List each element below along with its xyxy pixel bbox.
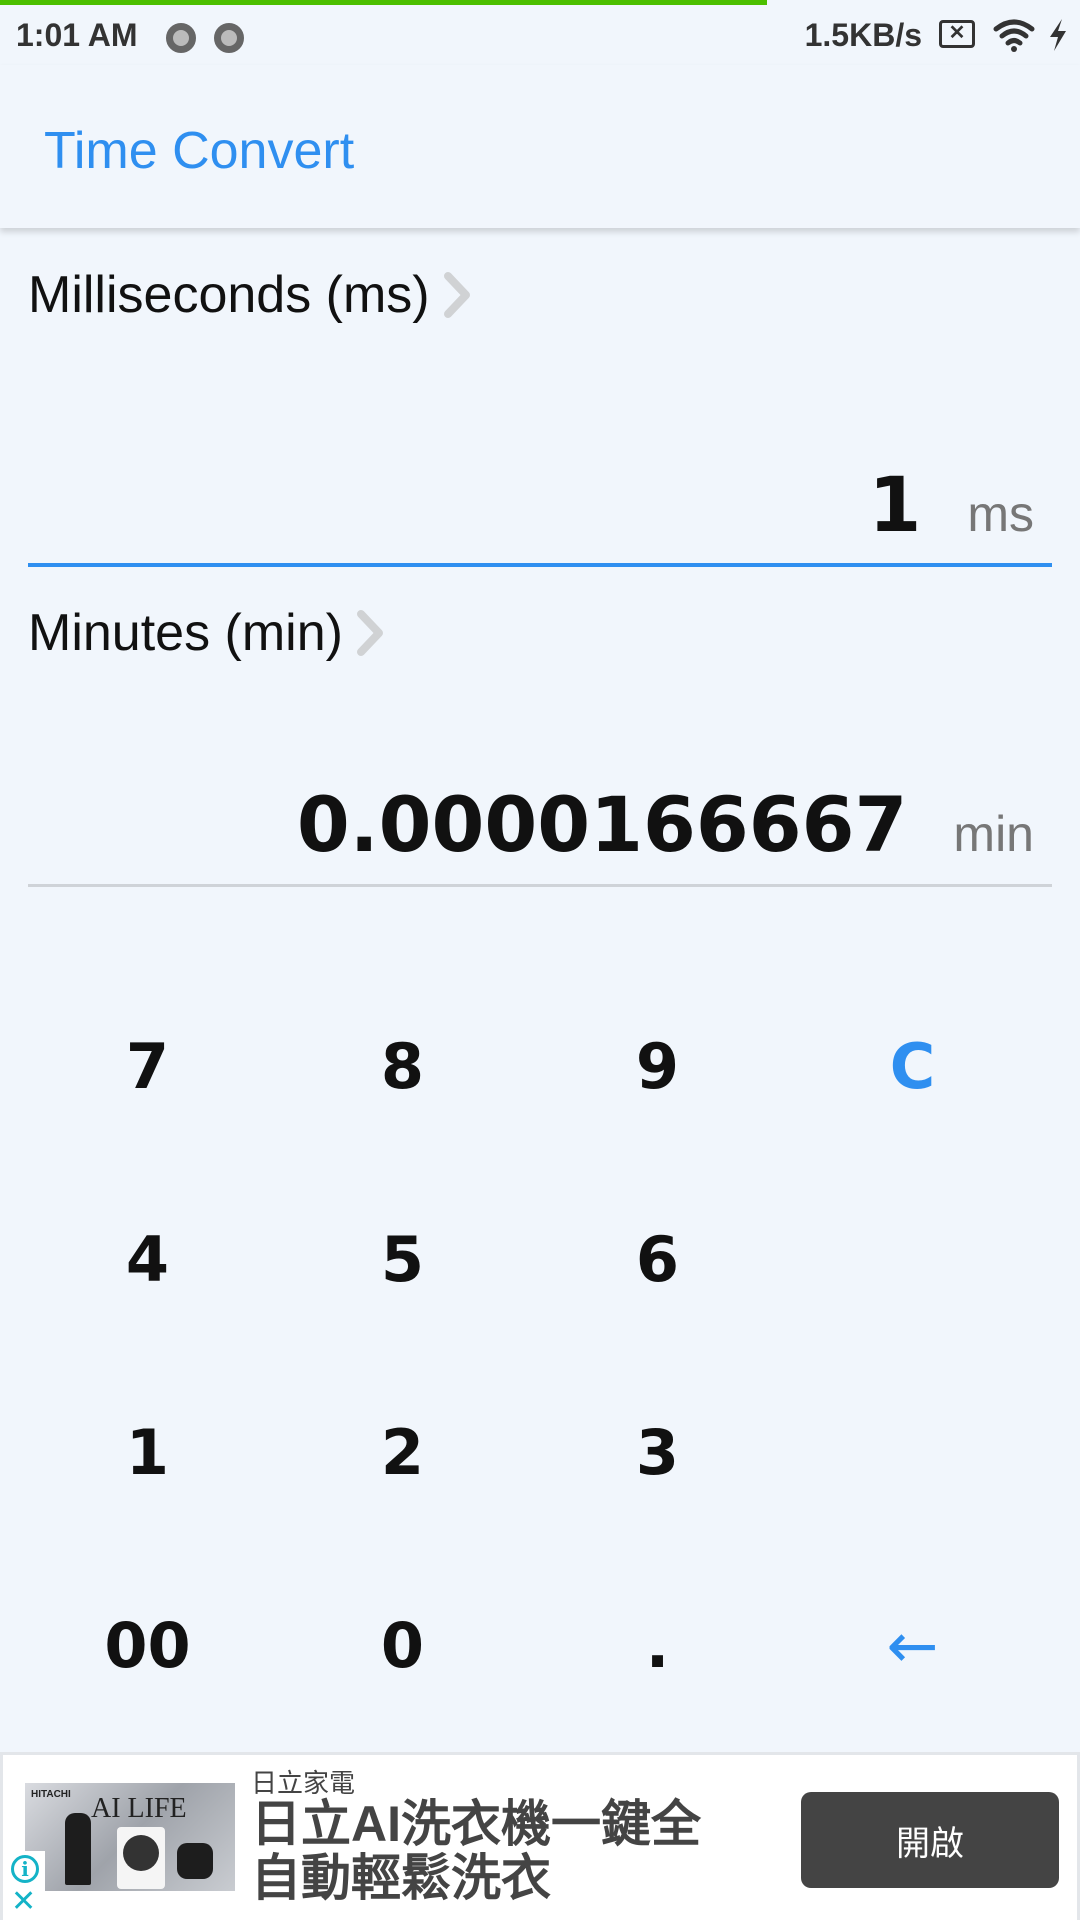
key-1[interactable]: 1 (20, 1356, 275, 1549)
key-2[interactable]: 2 (275, 1356, 530, 1549)
app-bar: Time Convert (0, 65, 1080, 228)
status-time: 1:01 AM (16, 17, 138, 53)
ad-open-button[interactable]: 開啟 (801, 1792, 1059, 1888)
to-unit-symbol: min (953, 806, 1034, 862)
keypad: 7 8 9 C 4 5 6 1 2 3 00 0. ← (20, 970, 1040, 1740)
to-value-field[interactable]: 0.0000166667 min (28, 780, 1052, 869)
ad-person-figure (177, 1843, 213, 1879)
key-9[interactable]: 9 (530, 970, 785, 1163)
ad-advertiser: 日立家電 (251, 1768, 356, 1798)
key-5[interactable]: 5 (275, 1163, 530, 1356)
to-unit-label: Minutes (min) (28, 604, 343, 662)
notification-dot-icon (214, 23, 244, 53)
ad-image[interactable]: HITACHI AI LIFE (25, 1783, 235, 1891)
no-sim-icon: ✕ (939, 20, 975, 48)
ad-banner[interactable]: HITACHI AI LIFE i ✕ 日立家電 日立AI洗衣機一鍵全自動輕鬆洗… (0, 1752, 1080, 1920)
from-unit-selector[interactable]: Milliseconds (ms) (28, 260, 472, 330)
key-00[interactable]: 00 (20, 1549, 275, 1742)
backspace-button[interactable]: ← (785, 1549, 1040, 1742)
notification-dot-icon (166, 23, 196, 53)
key-3[interactable]: 3 (530, 1356, 785, 1549)
from-unit-symbol: ms (967, 486, 1034, 542)
from-field-underline (28, 563, 1052, 567)
key-4[interactable]: 4 (20, 1163, 275, 1356)
key-8[interactable]: 8 (275, 970, 530, 1163)
key-6[interactable]: 6 (530, 1163, 785, 1356)
chevron-right-icon (443, 272, 470, 318)
empty-key-slot (785, 1163, 1040, 1356)
ad-headline: 日立AI洗衣機一鍵全自動輕鬆洗衣 (251, 1796, 701, 1906)
to-field-underline (28, 884, 1052, 887)
info-icon[interactable]: i (11, 1855, 39, 1883)
wifi-icon (993, 19, 1035, 52)
from-value: 1 (868, 460, 922, 549)
ad-image-brand: HITACHI (31, 1789, 71, 1800)
ad-image-title: AI LIFE (91, 1793, 187, 1824)
key-0[interactable]: 0 (275, 1549, 530, 1742)
ad-choices: i ✕ (5, 1851, 45, 1920)
from-unit-label: Milliseconds (ms) (28, 266, 430, 324)
close-icon[interactable]: ✕ (11, 1887, 36, 1917)
status-bar: 1:01 AM 1.5KB/s ✕ (0, 5, 1080, 65)
ad-washer-figure (117, 1827, 165, 1889)
ad-person-figure (65, 1813, 91, 1885)
to-unit-selector[interactable]: Minutes (min) (28, 598, 385, 668)
charging-bolt-icon (1050, 19, 1066, 51)
chevron-right-icon (356, 610, 383, 656)
from-value-field[interactable]: 1 ms (28, 460, 1052, 549)
empty-key-slot (785, 1356, 1040, 1549)
key-7[interactable]: 7 (20, 970, 275, 1163)
clear-button[interactable]: C (785, 970, 1040, 1163)
decimal-key[interactable]: . (530, 1549, 785, 1742)
to-value: 0.0000166667 (296, 780, 908, 869)
app-title: Time Convert (44, 122, 355, 180)
network-speed: 1.5KB/s (804, 17, 922, 53)
